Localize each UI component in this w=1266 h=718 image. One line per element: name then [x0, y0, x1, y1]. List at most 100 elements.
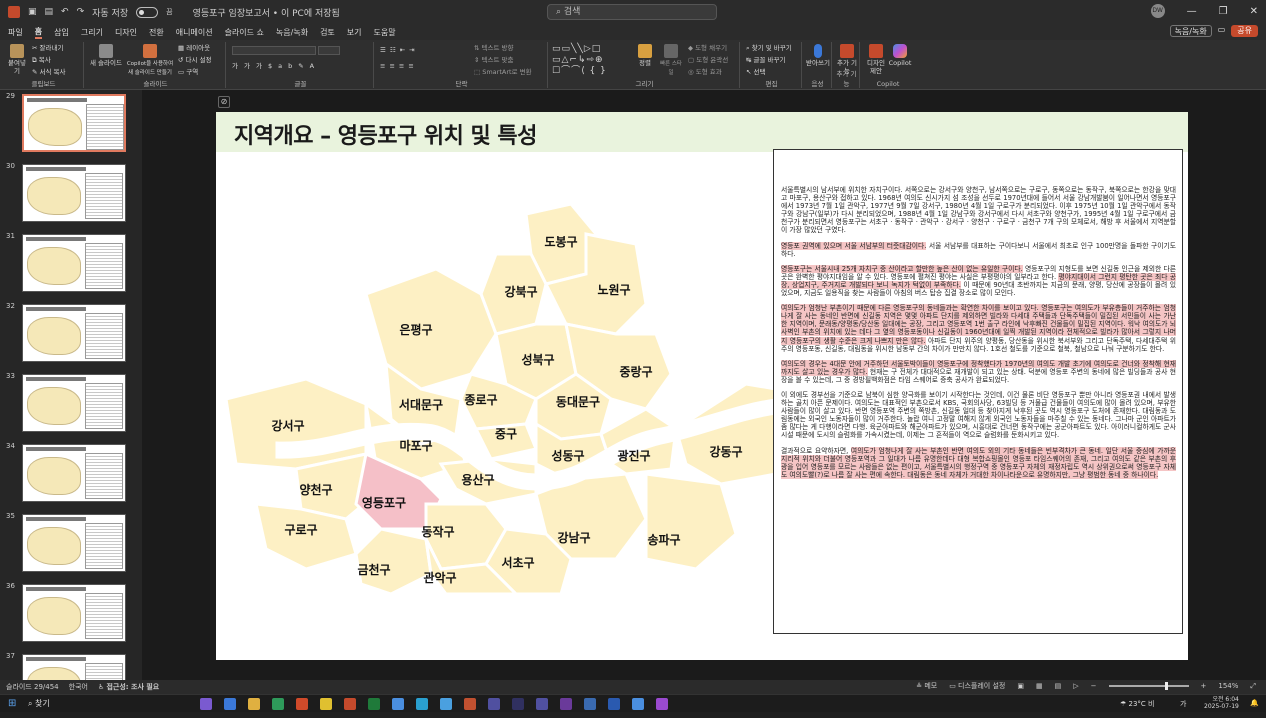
outdent-icon[interactable]: ⇥: [409, 46, 418, 54]
slide-thumbnail[interactable]: [22, 584, 126, 642]
reading-view-icon[interactable]: ▤: [1055, 682, 1062, 690]
shape-outline-button[interactable]: ▢ 도형 윤곽선: [688, 56, 728, 64]
zoom-level[interactable]: 154%: [1218, 682, 1238, 690]
taskbar-app-icon[interactable]: [392, 698, 404, 710]
share-button[interactable]: 공유: [1231, 25, 1258, 37]
taskbar-app-icon[interactable]: [320, 698, 332, 710]
paste-button[interactable]: 붙여넣기: [6, 44, 28, 75]
weather-widget[interactable]: ☂ 23°C 비: [1120, 699, 1154, 709]
new-slide-button[interactable]: 새 슬라이드: [88, 44, 124, 67]
tab-2[interactable]: 삽입: [54, 27, 69, 38]
font-format-buttons[interactable]: 가가가$ab✎A: [232, 62, 320, 70]
avatar[interactable]: DW: [1150, 4, 1165, 18]
slide-thumbnail-row[interactable]: 36: [0, 582, 142, 648]
slide-thumbnail-row[interactable]: 29: [0, 92, 142, 158]
document-title[interactable]: 영등포구 임장보고서 • 이 PC에 저장됨: [193, 6, 340, 19]
display-settings-button[interactable]: ▭ 디스플레이 설정: [949, 681, 1005, 691]
designer-button[interactable]: 디자인 제안: [864, 44, 888, 75]
quick-styles-button[interactable]: 빠른 스타일: [658, 44, 684, 77]
dictate-button[interactable]: 받아쓰기: [806, 44, 830, 67]
select-button[interactable]: ↖ 선택: [746, 68, 765, 76]
slide-thumbnail-row[interactable]: 34: [0, 442, 142, 508]
tab-7[interactable]: 슬라이드 쇼: [225, 27, 264, 38]
align-right-icon[interactable]: ≡: [399, 62, 408, 70]
notification-icon[interactable]: 🔔: [1250, 699, 1259, 707]
list-buttons[interactable]: ☰☷⇤⇥: [380, 46, 419, 54]
smartart-button[interactable]: ⬚ SmartArt로 변환: [474, 68, 532, 76]
taskbar-app-icon[interactable]: [224, 698, 236, 710]
format-painter-button[interactable]: ✎ 서식 복사: [32, 68, 66, 76]
close-icon[interactable]: ✕: [1250, 6, 1258, 17]
indent-icon[interactable]: ⇤: [400, 46, 409, 54]
slide-thumbnail-row[interactable]: 30: [0, 162, 142, 228]
tab-8[interactable]: 녹음/녹화: [276, 27, 308, 38]
notes-button[interactable]: ≗ 메모: [916, 681, 937, 691]
slide-thumbnail[interactable]: [22, 444, 126, 502]
autosave-toggle[interactable]: [136, 6, 159, 18]
shape-effects-button[interactable]: ◎ 도형 효과: [688, 68, 722, 76]
slide-thumbnail[interactable]: [22, 94, 126, 152]
shape-fill-button[interactable]: ◆ 도형 채우기: [688, 44, 727, 52]
sorter-view-icon[interactable]: ▦: [1036, 682, 1043, 690]
ime-indicator[interactable]: 가: [1180, 699, 1186, 709]
copilot-button[interactable]: Copilot: [888, 44, 912, 67]
copy-button[interactable]: ⧉ 복사: [32, 56, 51, 64]
minimize-icon[interactable]: —: [1187, 6, 1197, 17]
underline-icon[interactable]: 가: [256, 62, 268, 70]
align-text-button[interactable]: ⇕ 텍스트 맞춤: [474, 56, 513, 64]
tab-3[interactable]: 그리기: [81, 27, 103, 38]
normal-view-icon[interactable]: ▣: [1017, 682, 1024, 690]
slide-thumbnail[interactable]: [22, 514, 126, 572]
tab-1[interactable]: 홈: [34, 26, 43, 39]
maximize-icon[interactable]: ❐: [1219, 6, 1228, 17]
seoul-district-map[interactable]: 도봉구강북구 노원구은평구성북구중랑구종로구 서대문구 동대문구강서구마포구 중구성동구…: [216, 174, 776, 594]
arrange-button[interactable]: 정렬: [634, 44, 656, 67]
align-center-icon[interactable]: ≡: [389, 62, 398, 70]
taskbar-app-icon[interactable]: [608, 698, 620, 710]
undo-icon[interactable]: ↶: [61, 7, 69, 17]
bullets-icon[interactable]: ☰: [380, 46, 390, 54]
font-name-box[interactable]: [232, 46, 316, 55]
taskbar-app-icon[interactable]: [536, 698, 548, 710]
tab-11[interactable]: 도움말: [374, 27, 396, 38]
comment-icon[interactable]: ▭: [1218, 25, 1226, 37]
taskbar-app-icon[interactable]: [248, 698, 260, 710]
clock[interactable]: 오전 6:04 2025-07-19: [1204, 696, 1239, 710]
record-button[interactable]: 녹음/녹화: [1169, 25, 1212, 37]
italic-icon[interactable]: 가: [244, 62, 256, 70]
tab-6[interactable]: 애니메이션: [176, 27, 213, 38]
slide[interactable]: 지역개요 – 영등포구 위치 및 특성 도봉구 강북구 노원구 은평구 성북구 중랑구 종로…: [216, 112, 1188, 660]
search-box[interactable]: ⌕ 검색: [547, 4, 717, 20]
taskbar-app-icon[interactable]: [656, 698, 668, 710]
text-direction-button[interactable]: ⇅ 텍스트 방향: [474, 44, 513, 52]
slide-title[interactable]: 지역개요 – 영등포구 위치 및 특성: [234, 118, 537, 150]
accessibility-status[interactable]: ♿ 접근성: 조사 필요: [98, 682, 159, 692]
strike-icon[interactable]: $: [268, 62, 278, 70]
slide-thumbnail[interactable]: [22, 304, 126, 362]
taskbar-app-icon[interactable]: [296, 698, 308, 710]
taskbar-app-icon[interactable]: [560, 698, 572, 710]
slide-thumbnail[interactable]: [22, 374, 126, 432]
find-button[interactable]: ⌕ 찾기 및 바꾸기: [746, 44, 792, 52]
taskbar-app-icon[interactable]: [488, 698, 500, 710]
slide-options-icon[interactable]: ⊘: [218, 96, 230, 108]
redo-icon[interactable]: ↷: [77, 7, 85, 17]
slide-thumbnail[interactable]: [22, 164, 126, 222]
shapes-gallery[interactable]: ▭▭╲╲▷□ ▭△⌐↳⇨⊕ ☐⌒⌒⟨ { }: [552, 44, 630, 77]
cut-button[interactable]: ✂ 잘라내기: [32, 44, 63, 52]
slide-thumbnail-row[interactable]: 31: [0, 232, 142, 298]
tab-0[interactable]: 파일: [8, 27, 23, 38]
bold-icon[interactable]: 가: [232, 62, 244, 70]
description-textbox[interactable]: 서울특별시의 남서부에 위치한 자치구이다. 서쪽으로는 강서구와 양천구, 남…: [773, 149, 1183, 634]
zoom-in-icon[interactable]: +: [1201, 682, 1207, 690]
taskbar-app-icon[interactable]: [200, 698, 212, 710]
zoom-slider[interactable]: [1108, 682, 1189, 690]
layout-button[interactable]: ▦ 레이아웃: [178, 44, 210, 52]
slide-thumbnail-row[interactable]: 35: [0, 512, 142, 578]
tab-9[interactable]: 검토: [320, 27, 335, 38]
new-slide-icon[interactable]: ▤: [45, 7, 54, 17]
highlight-icon[interactable]: ✎: [298, 62, 309, 70]
taskbar-app-icon[interactable]: [584, 698, 596, 710]
zoom-out-icon[interactable]: −: [1091, 682, 1097, 690]
font-size-box[interactable]: [318, 46, 340, 55]
